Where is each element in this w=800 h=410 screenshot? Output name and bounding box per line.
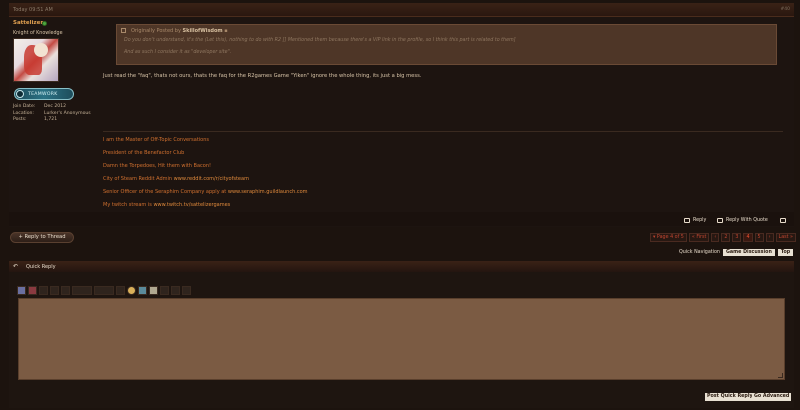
signature-line: Senior Officer of the Seraphim Company a… <box>103 189 308 195</box>
post-header: Today 09:51 AM #40 <box>9 3 794 17</box>
user-stats: Join Date: Dec 2012 Location: Lurker's A… <box>13 104 95 124</box>
signature-divider <box>103 131 783 132</box>
reply-with-quote-button[interactable]: Reply With Quote <box>717 218 768 223</box>
top-button[interactable]: Top <box>777 249 794 256</box>
page-label[interactable]: ▾ Page 4 of 5 <box>650 233 687 242</box>
signature-line: Damn the Torpedoes, Hit them with Bacon! <box>103 163 211 169</box>
signature-link[interactable]: www.twitch.tv/sattelizergames <box>153 202 230 208</box>
signature-line: My twitch stream is www.twitch.tv/sattel… <box>103 202 230 208</box>
bold-icon[interactable] <box>39 286 48 295</box>
reply-label: Reply <box>693 218 707 223</box>
resize-grip-icon[interactable] <box>778 373 783 378</box>
quote-icon <box>121 28 126 33</box>
signature-text: I am the Master of Off-Topic Conversatio… <box>103 137 210 143</box>
signature-text: My twitch stream is <box>103 202 154 208</box>
signature-text: Senior Officer of the Seraphim Company a… <box>103 189 228 195</box>
post-footer <box>9 212 794 226</box>
quick-reply-textarea[interactable] <box>18 298 785 380</box>
next-page-link[interactable]: › <box>765 233 774 242</box>
view-post-icon[interactable]: ▪ <box>224 28 227 34</box>
signature-line: President of the Benefactor Club <box>103 150 184 156</box>
reply-icon <box>684 218 690 223</box>
switch-mode-icon[interactable] <box>28 286 37 295</box>
quick-nav-label: Quick Navigation <box>679 250 720 255</box>
quote-box: Originally Posted by SkillofWisdom ▪ Do … <box>116 24 777 65</box>
go-advanced-button[interactable]: Go Advanced <box>752 393 792 401</box>
reply-button[interactable]: Reply <box>684 218 706 223</box>
post-number[interactable]: #40 <box>781 7 791 12</box>
quick-nav-select[interactable]: Game Discussion <box>722 249 775 256</box>
multiquote-icon <box>780 218 786 223</box>
quick-reply-title: Quick Reply <box>26 263 56 270</box>
quote-insert-icon[interactable] <box>182 286 191 295</box>
quick-navigation: Quick Navigation Game Discussion Top <box>679 249 794 256</box>
quick-reply-header: ↶ Quick Reply <box>9 261 794 272</box>
italic-icon[interactable] <box>50 286 59 295</box>
page-link[interactable]: 3 <box>732 233 742 242</box>
badge-emblem-icon <box>16 90 24 98</box>
prev-page-link[interactable]: ‹ <box>711 233 720 242</box>
image-icon[interactable] <box>149 286 158 295</box>
signature-text: President of the Benefactor Club <box>103 150 185 156</box>
signature-text: Damn the Torpedoes, Hit them with Bacon! <box>103 163 212 169</box>
quote-prefix: Originally Posted by <box>131 28 181 34</box>
signature-link[interactable]: www.seraphim.guildlaunch.com <box>228 189 308 195</box>
avatar-face <box>34 43 48 57</box>
font-select[interactable] <box>72 286 92 295</box>
smiley-icon[interactable] <box>127 286 136 295</box>
video-icon[interactable] <box>160 286 169 295</box>
user-title: Knight of Knowledge <box>13 31 63 36</box>
multiquote-button[interactable] <box>780 218 786 223</box>
stat-row: Posts: 1,721 <box>13 117 95 124</box>
size-select[interactable] <box>94 286 114 295</box>
username[interactable]: Sattelizer <box>13 20 43 26</box>
quote-reply-icon <box>717 218 723 223</box>
user-badge: TEAMWORK <box>14 88 74 100</box>
signature-line: City of Steam Reddit Admin www.reddit.co… <box>103 176 249 182</box>
quote-line: Do you don't understand, it's the (Let t… <box>124 38 516 43</box>
post-message: Just read the "faq", thats not ours, tha… <box>103 73 422 79</box>
attachment-icon[interactable] <box>171 286 180 295</box>
page-link[interactable]: 5 <box>754 233 764 242</box>
link-icon[interactable] <box>138 286 147 295</box>
stat-key: Posts: <box>13 117 27 122</box>
remove-format-icon[interactable] <box>17 286 26 295</box>
avatar[interactable] <box>13 38 59 82</box>
pagination: ▾ Page 4 of 5 « First ‹ 2 3 4 5 › Last » <box>650 233 796 243</box>
signature-line: I am the Master of Off-Topic Conversatio… <box>103 137 209 143</box>
signature-link[interactable]: www.reddit.com/r/cityofsteam <box>174 176 249 182</box>
signature-text: City of Steam Reddit Admin <box>103 176 174 182</box>
reply-to-thread-button[interactable]: + Reply to Thread <box>10 232 74 243</box>
stat-value: 1,721 <box>44 117 58 122</box>
last-page-link[interactable]: Last » <box>775 233 796 242</box>
quick-reply-icon: ↶ <box>13 263 19 270</box>
first-page-link[interactable]: « First <box>688 233 710 242</box>
online-status-icon <box>42 21 47 26</box>
post-date: Today 09:51 AM <box>13 7 53 13</box>
quote-line: And as such I consider it as "developer … <box>124 50 232 55</box>
underline-icon[interactable] <box>61 286 70 295</box>
post-quick-reply-button[interactable]: Post Quick Reply <box>705 393 755 401</box>
quote-author[interactable]: SkillofWisdom <box>183 28 223 34</box>
current-page: 4 <box>743 233 753 242</box>
quote-header: Originally Posted by SkillofWisdom ▪ <box>131 28 228 34</box>
editor-toolbar <box>17 285 191 296</box>
color-icon[interactable] <box>116 286 125 295</box>
page-link[interactable]: 2 <box>721 233 731 242</box>
badge-text: TEAMWORK <box>28 91 58 97</box>
reply-with-quote-label: Reply With Quote <box>726 218 768 223</box>
